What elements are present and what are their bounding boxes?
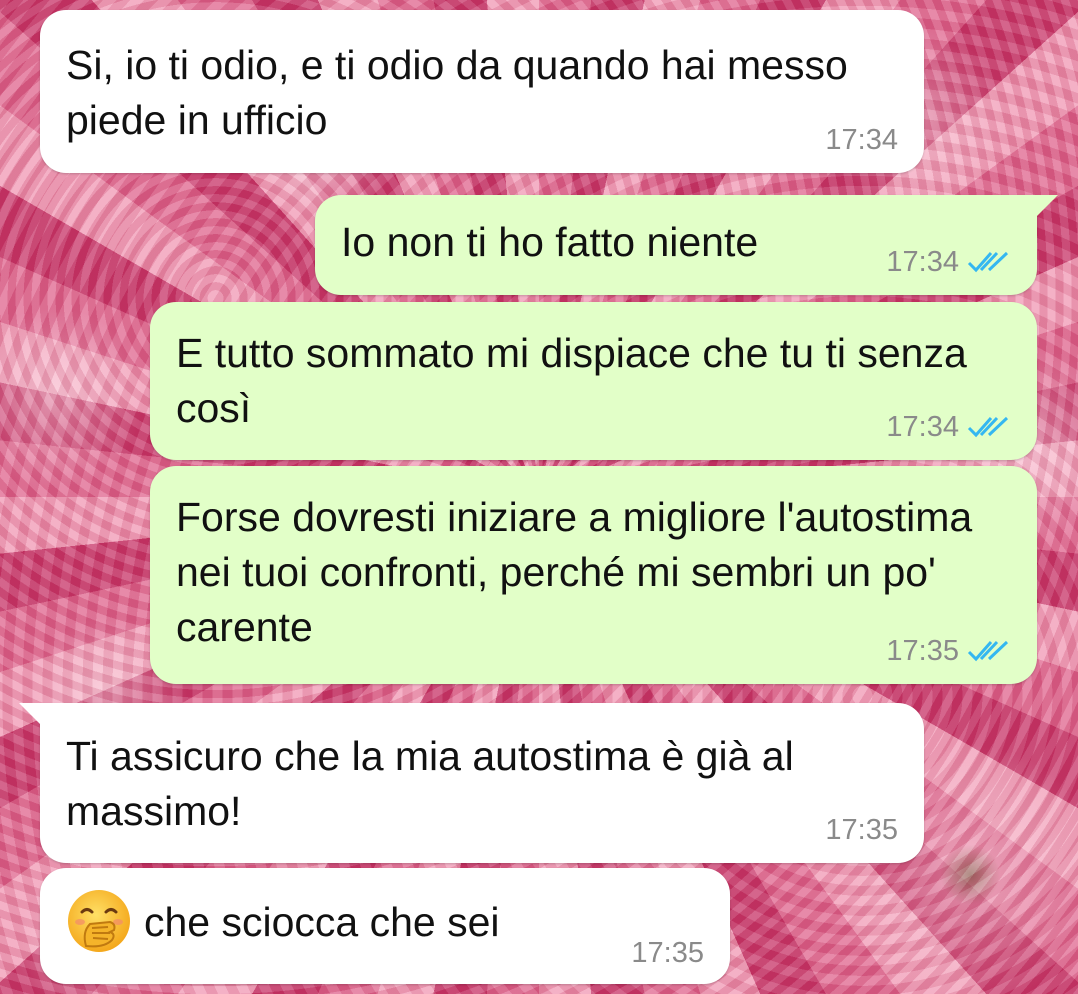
double-check-read-icon (967, 640, 1009, 662)
double-check-read-icon (967, 251, 1009, 273)
message-bubble-incoming[interactable]: Si, io ti odio, e ti odio da quando hai … (40, 10, 924, 173)
message-time: 17:35 (825, 814, 898, 846)
bubble-tail (1036, 195, 1058, 217)
message-text: Forse dovresti iniziare a migliore l'aut… (176, 494, 973, 650)
message-text: che sciocca che sei (144, 898, 500, 945)
message-bubble-outgoing[interactable]: E tutto sommato mi dispiace che tu ti se… (150, 302, 1037, 460)
message-text: Ti assicuro che la mia autostima è già a… (66, 733, 794, 834)
message-meta: 17:34 (886, 410, 1011, 444)
message-time: 17:35 (886, 635, 959, 667)
message-time: 17:34 (825, 124, 898, 156)
message-text-row: che sciocca che sei (66, 890, 704, 958)
message-time: 17:34 (886, 411, 959, 443)
message-meta: 17:35 (825, 813, 898, 847)
message-bubble-incoming[interactable]: Ti assicuro che la mia autostima è già a… (40, 703, 924, 863)
message-text: Si, io ti odio, e ti odio da quando hai … (66, 42, 848, 143)
message-bubble-outgoing[interactable]: Io non ti ho fatto niente 17:34 (315, 195, 1037, 295)
message-text: E tutto sommato mi dispiace che tu ti se… (176, 330, 967, 431)
message-meta: 17:35 (886, 634, 1011, 668)
message-time: 17:35 (631, 937, 704, 969)
message-bubble-outgoing[interactable]: Forse dovresti iniziare a migliore l'aut… (150, 466, 1037, 684)
message-bubble-incoming[interactable]: che sciocca che sei 17:35 (40, 868, 730, 984)
message-time: 17:34 (886, 246, 959, 278)
face-with-hand-over-mouth-icon (68, 890, 130, 952)
message-meta: 17:35 (631, 936, 704, 970)
bubble-tail (19, 703, 41, 725)
message-meta: 17:34 (825, 123, 898, 157)
message-meta: 17:34 (886, 245, 1011, 279)
double-check-read-icon (967, 416, 1009, 438)
